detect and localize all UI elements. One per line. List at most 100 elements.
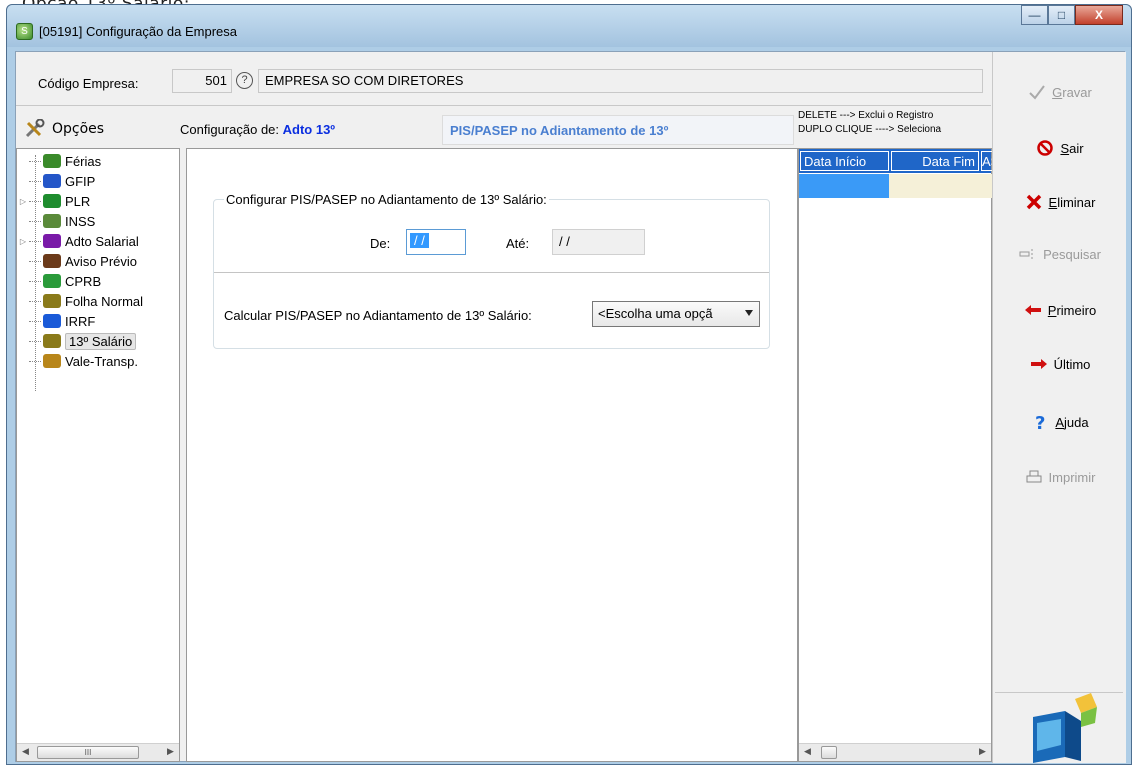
options-tree[interactable]: Férias GFIP ▷ PLR INSS ▷ Adto Salarial Aviso Pr…: [16, 148, 180, 762]
inss-icon: [43, 214, 61, 228]
action-label: Imprimir: [1049, 470, 1096, 485]
action-label-text: juda: [1064, 414, 1089, 430]
tree-connector: [29, 160, 41, 162]
grid-cell[interactable]: [799, 174, 889, 198]
cprb-icon: [43, 274, 61, 288]
tree-connector: [29, 340, 41, 342]
empresa-name-field: EMPRESA SO COM DIRETORES: [258, 69, 983, 93]
briefcase-icon: [43, 254, 61, 268]
pesquisar-button[interactable]: Pesquisar: [993, 234, 1127, 274]
bus-icon: [43, 354, 61, 368]
printer-icon: [1025, 469, 1043, 485]
tree-connector: [29, 320, 41, 322]
ultimo-button[interactable]: Último: [993, 344, 1127, 384]
de-label: De:: [370, 236, 391, 251]
tree-item[interactable]: CPRB: [17, 271, 101, 291]
maximize-button[interactable]: □: [1048, 5, 1075, 25]
tree-connector: [29, 240, 41, 242]
tree-item[interactable]: Aviso Prévio: [17, 251, 137, 271]
config-row: Opções Configuração de: Adto 13º PIS/PAS…: [16, 107, 991, 147]
scroll-right-icon[interactable]: ▶: [979, 746, 986, 757]
minimize-button[interactable]: —: [1021, 5, 1048, 25]
empresa-header: Código Empresa: 501 ? EMPRESA SO COM DIR…: [16, 52, 991, 106]
close-button[interactable]: X: [1075, 5, 1123, 25]
config-value: Adto 13º: [282, 122, 336, 137]
action-label-text: liminar: [1057, 194, 1096, 210]
tree-item[interactable]: GFIP: [17, 171, 95, 191]
grid-header: Data Início Data Fim AS: [799, 149, 993, 173]
tree-item-label: Folha Normal: [65, 293, 144, 309]
tree-item[interactable]: Vale-Transp.: [17, 351, 138, 371]
imprimir-button[interactable]: Imprimir: [993, 457, 1127, 497]
action-shortcut-letter: G: [1052, 84, 1063, 100]
scroll-left-icon[interactable]: ◀: [804, 746, 811, 757]
chevron-down-icon: [745, 310, 753, 316]
tree-item[interactable]: IRRF: [17, 311, 95, 331]
money-bag-icon: [43, 294, 61, 308]
tree-connector: [29, 260, 41, 262]
tree-connector: [29, 300, 41, 302]
tree-item-label: Férias: [65, 153, 102, 169]
tree-item-label: INSS: [65, 213, 96, 229]
main-window: S [05191] Configuração da Empresa — □ X …: [6, 4, 1132, 765]
tree-connector: [29, 180, 41, 182]
table-row[interactable]: [799, 174, 993, 198]
tree-item[interactable]: 13º Salário: [17, 331, 137, 351]
config-prefix: Configuração de:: [180, 122, 280, 137]
ate-label: Até:: [506, 236, 530, 251]
action-shortcut-letter: A: [1055, 414, 1065, 430]
expand-arrow-icon[interactable]: ▷: [17, 197, 29, 206]
scroll-right-icon[interactable]: ▶: [167, 746, 174, 757]
primeiro-button[interactable]: Primeiro: [993, 290, 1127, 330]
scroll-left-icon[interactable]: ◀: [22, 746, 29, 757]
tree-item[interactable]: ▷ PLR: [17, 191, 90, 211]
codigo-input[interactable]: 501: [172, 69, 232, 93]
tree-item[interactable]: ▷ Adto Salarial: [17, 231, 139, 251]
col-data-inicio[interactable]: Data Início: [800, 151, 889, 171]
tree-hscrollbar[interactable]: ◀ III ▶: [17, 743, 179, 761]
action-label-text: Pesquisar: [1043, 246, 1101, 262]
question-icon: ?: [1031, 413, 1049, 434]
expand-arrow-icon[interactable]: ▷: [17, 237, 29, 246]
ajuda-button[interactable]: ? Ajuda: [993, 402, 1127, 442]
tree-item[interactable]: Férias: [17, 151, 101, 171]
tree-item[interactable]: Folha Normal: [17, 291, 143, 311]
gravar-button[interactable]: Gravar: [993, 72, 1127, 112]
de-date-input[interactable]: / /: [406, 229, 466, 255]
arrow-left-icon: [1024, 302, 1042, 318]
logo-icon: [1033, 693, 1097, 763]
eliminar-button[interactable]: Eliminar: [993, 182, 1127, 222]
action-shortcut-letter: S: [1060, 140, 1070, 156]
grid-cell[interactable]: [979, 174, 993, 198]
grid-cell[interactable]: [889, 174, 979, 198]
group-divider: [214, 272, 769, 273]
action-label: Sair: [1060, 141, 1083, 156]
grid-hscrollbar[interactable]: ◀ ▶: [799, 743, 991, 761]
help-circle-icon[interactable]: ?: [236, 72, 253, 89]
adto-salarial-icon: [43, 234, 61, 248]
logo-area: [995, 692, 1123, 763]
action-label-text: Último: [1053, 356, 1091, 372]
svg-text:?: ?: [1035, 414, 1045, 430]
tools-icon: [25, 119, 45, 138]
stop-icon: [1036, 140, 1054, 156]
col-data-fim[interactable]: Data Fim: [891, 151, 979, 171]
calc-label: Calcular PIS/PASEP no Adiantamento de 13…: [224, 308, 532, 323]
records-grid[interactable]: Data Início Data Fim AS ◀ ▶: [798, 148, 993, 762]
scroll-thumb[interactable]: III: [37, 746, 139, 759]
tree-connector: [29, 200, 41, 202]
action-label-text: air: [1069, 140, 1084, 156]
tree-item[interactable]: INSS: [17, 211, 95, 231]
arrow-right-icon: [1030, 356, 1048, 372]
grid-scroll-thumb[interactable]: [821, 746, 837, 759]
config-label: Configuração de: Adto 13º: [180, 122, 335, 137]
action-shortcut-letter: E: [1048, 194, 1058, 210]
app-icon: S: [16, 23, 33, 40]
ate-date-input[interactable]: / /: [552, 229, 645, 255]
tree-item-label: Vale-Transp.: [65, 353, 138, 369]
calc-select[interactable]: <Escolha uma opçã: [592, 301, 760, 327]
sair-button[interactable]: Sair: [993, 128, 1127, 168]
opcoes-label: Opções: [52, 121, 105, 137]
opcoes-header: Opções: [24, 119, 104, 139]
tree-connector: [29, 280, 41, 282]
